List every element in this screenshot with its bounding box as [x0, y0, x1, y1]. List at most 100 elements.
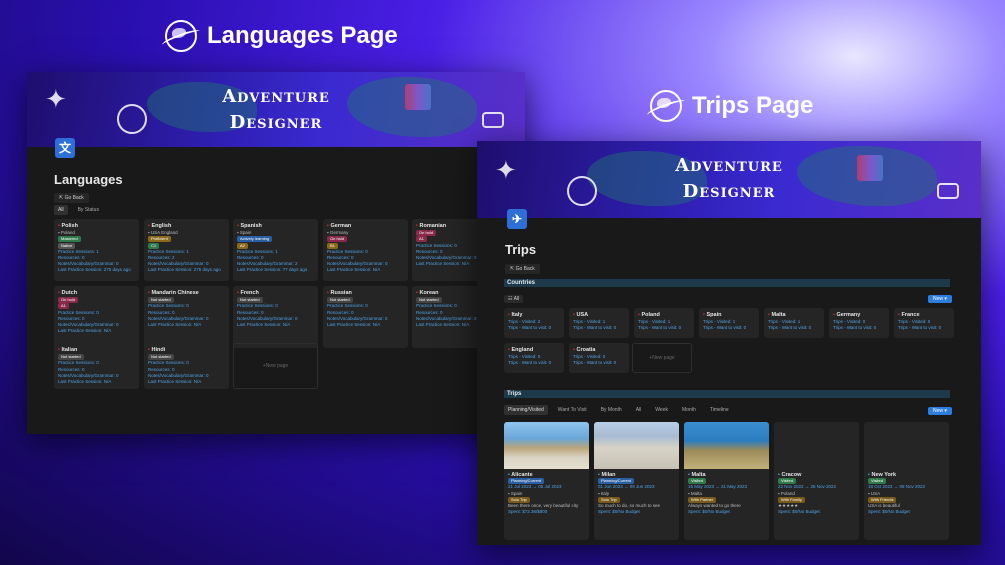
tab-all[interactable]: ☷ All: [504, 295, 524, 303]
trips-want: Trips - Want to visit: 0: [768, 325, 812, 331]
new-trip-button[interactable]: New ▾: [928, 407, 952, 415]
tab-all[interactable]: All: [54, 205, 68, 215]
trips-header: Trips: [504, 390, 950, 398]
trip-spent: Spent: $0/No Budget: [778, 509, 820, 515]
last-practice: Last Practice Session: N/A: [148, 379, 202, 385]
last-practice: Last Practice Session: 77 days ago: [237, 267, 308, 273]
country-card[interactable]: ▪ Italy Trips - Visited: 2 Trips - Want to…: [504, 308, 564, 338]
country-card[interactable]: ▪ Poland Trips - Visited: 1 Trips - Want t…: [634, 308, 694, 338]
language-name: ▪ Polish: [58, 223, 78, 229]
trips-want: Trips - Want to visit: 0: [898, 325, 942, 331]
country-card[interactable]: ▪ Germany Trips - Visited: 0 Trips - Want …: [829, 308, 889, 338]
trip-spent: Spent: $72.36/$800: [508, 509, 548, 515]
trip-tab[interactable]: Want To Visit: [554, 405, 591, 415]
language-card[interactable]: ▪ French Not started Practice Sessions: 0R…: [233, 286, 318, 348]
language-card[interactable]: ▪ English ▪ USA England Proficient C1 Practi…: [144, 219, 229, 281]
trip-card[interactable]: ▪ New York Visited 18 Oct 2022 → 08 Nov 20…: [864, 422, 949, 540]
country-name: ▪ France: [898, 312, 920, 318]
country-card[interactable]: ▪ Spain Trips - Visited: 1 Trips - Want to…: [699, 308, 759, 338]
go-back-button[interactable]: ⇱ Go Back: [505, 264, 540, 274]
trips-want: Trips - Want to visit: 0: [508, 325, 552, 331]
language-card[interactable]: ▪ Dutch On hold A1 Practice Sessions: 0 Reso…: [54, 286, 139, 348]
last-practice: Last Practice Session: N/A: [58, 379, 112, 385]
language-card[interactable]: ▪ Polish ▪ Poland Mastered Native Practice S…: [54, 219, 139, 281]
trip-type-badge: With Friends: [868, 496, 897, 503]
language-name: ▪ Italian: [58, 347, 78, 353]
trip-tab[interactable]: Week: [651, 405, 672, 415]
status-badge: Not started: [148, 297, 174, 304]
trips-want: Trips - Want to visit: 0: [573, 360, 617, 366]
trip-card[interactable]: ▪ Cracow Visited 22 Nov 2022 → 28 Nov 2022…: [774, 422, 859, 540]
tab-by-status[interactable]: By Status: [74, 205, 103, 215]
country-card[interactable]: ▪ England Trips - Visited: 0 Trips - Want …: [504, 343, 564, 373]
language-name: ▪ French: [237, 290, 259, 296]
go-back-button[interactable]: ⇱ Go Back: [54, 193, 89, 203]
country-name: ▪ Croatia: [573, 347, 596, 353]
translate-icon: 文: [55, 138, 75, 158]
trip-tab[interactable]: Timeline: [706, 405, 733, 415]
airplane-icon: ✈: [507, 209, 527, 229]
language-card[interactable]: ▪ Italian Not started Practice Sessions: 0…: [54, 343, 139, 389]
level-badge: Native: [58, 242, 76, 249]
status-badge: Planning/Current: [508, 478, 545, 485]
status-badge: Not started: [416, 297, 442, 304]
trip-type-badge: Solo Trip: [598, 496, 620, 503]
trip-card[interactable]: ▪ Malta Visited 15 May 2023 → 21 May 2023 ▪…: [684, 422, 769, 540]
last-practice: Last Practice Session: N/A: [148, 322, 202, 328]
trip-spent: Spent: $0/No Budget: [868, 509, 910, 515]
language-card[interactable]: ▪ Russian Not started Practice Sessions: 0…: [323, 286, 408, 348]
status-badge: Visited: [868, 478, 886, 485]
last-practice: Last Practice Session: N/A: [327, 322, 381, 328]
country-card[interactable]: ▪ France Trips - Visited: 0 Trips - Want t…: [894, 308, 954, 338]
banner: ✦ Adventure Designer: [27, 72, 525, 147]
language-card[interactable]: ▪ Mandarin Chinese Not started Practice Se…: [144, 286, 229, 348]
trip-type-badge: Solo Trip: [508, 496, 530, 503]
view-tabs: All By Status: [54, 205, 103, 215]
globe-icon: [165, 20, 197, 52]
status-badge: On hold: [327, 236, 348, 243]
language-card[interactable]: ▪ Spanish ▪ Spain Actively learning A2 Pract…: [233, 219, 318, 281]
banner-title: Adventure Designer: [675, 155, 783, 202]
trip-tab[interactable]: Month: [678, 405, 700, 415]
trips-want: Trips - Want to visit: 0: [703, 325, 747, 331]
trip-cover-image: [504, 422, 589, 469]
status-badge: Not started: [237, 297, 263, 304]
trips-want: Trips - Want to visit: 0: [638, 325, 682, 331]
new-button[interactable]: New ▾: [928, 295, 952, 303]
country-name: ▪ Malta: [768, 312, 786, 318]
countries-header: Countries: [504, 279, 950, 287]
country-card[interactable]: ▪ Croatia Trips - Visited: 0 Trips - Want …: [569, 343, 629, 373]
page-title: Languages: [54, 172, 123, 187]
trip-cover-image: [774, 422, 859, 469]
level-badge: A1: [58, 303, 69, 310]
trip-card[interactable]: ▪ Alicante Planning/Current 21 Jul 2023 → …: [504, 422, 589, 540]
trip-cover-image: [864, 422, 949, 469]
trips-want: Trips - Want to visit: 0: [833, 325, 877, 331]
language-name: ▪ Russian: [327, 290, 352, 296]
trip-spent: Spent: $0/No Budget: [598, 509, 640, 515]
new-page-button[interactable]: + New page: [233, 343, 318, 389]
status-badge: Not started: [148, 354, 174, 361]
country-name: ▪ Germany: [833, 312, 861, 318]
trip-tab[interactable]: Planning/Visited: [504, 405, 548, 415]
country-name: ▪ England: [508, 347, 534, 353]
trips-page-label-text: Trips Page: [692, 92, 814, 119]
country-card[interactable]: ▪ USA Trips - Visited: 1 Trips - Want to v…: [569, 308, 629, 338]
status-badge: On hold: [416, 230, 437, 237]
trip-spent: Spent: $0/No Budget: [688, 509, 730, 515]
trip-tab[interactable]: All: [632, 405, 646, 415]
trip-card[interactable]: ▪ Milan Planning/Current 01 Jun 2023 → 09 …: [594, 422, 679, 540]
new-page-button[interactable]: + New page: [632, 343, 692, 373]
last-practice: Last Practice Session: N/A: [58, 328, 112, 334]
language-name: ▪ Spanish: [237, 223, 262, 229]
language-card[interactable]: ▪ Hindi Not started Practice Sessions: 0 Re…: [144, 343, 229, 389]
trips-window: ✦ Adventure Designer ✈ Trips ⇱ Go Back C…: [477, 141, 981, 545]
trips-want: Trips - Want to visit: 0: [508, 360, 552, 366]
trip-tab[interactable]: By Month: [597, 405, 626, 415]
last-practice: Last Practice Session: N/A: [237, 322, 291, 328]
country-card[interactable]: ▪ Malta Trips - Visited: 1 Trips - Want to…: [764, 308, 824, 338]
languages-page-label-text: Languages Page: [207, 22, 398, 49]
language-card[interactable]: ▪ German ▪ Germany On hold B1 Practice Sessi…: [323, 219, 408, 281]
language-name: ▪ Mandarin Chinese: [148, 290, 199, 296]
last-practice: Last Practice Session: 275 days ago: [148, 267, 221, 273]
